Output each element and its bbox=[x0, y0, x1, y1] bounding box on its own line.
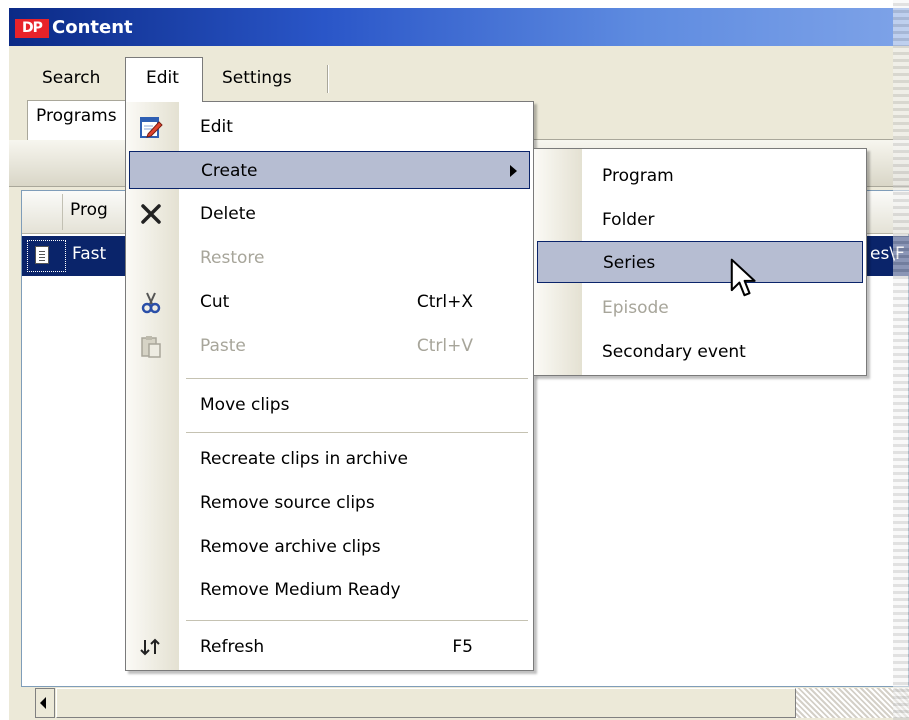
menu-item-delete[interactable]: Delete bbox=[126, 195, 533, 233]
submenu-item-label: Program bbox=[602, 166, 674, 186]
scroll-thumb[interactable] bbox=[56, 688, 796, 718]
submenu-arrow-icon bbox=[510, 165, 517, 177]
edit-icon bbox=[140, 117, 163, 138]
menu-item-label: Recreate clips in archive bbox=[200, 449, 409, 469]
submenu-item-label: Folder bbox=[602, 210, 655, 230]
submenu-item-secondary-event[interactable]: Secondary event bbox=[534, 330, 866, 372]
menu-item-label: Create bbox=[201, 161, 258, 181]
menu-item-move-clips[interactable]: Move clips bbox=[126, 386, 533, 424]
row-focus-rect bbox=[27, 240, 66, 272]
arrow-left-icon bbox=[40, 697, 46, 709]
menu-item-label: Edit bbox=[200, 117, 233, 137]
menu-item-label: Move clips bbox=[200, 395, 290, 415]
submenu-item-program[interactable]: Program bbox=[534, 154, 866, 196]
menu-item-label: Remove archive clips bbox=[200, 537, 381, 557]
menu-item-shortcut: Ctrl+V bbox=[416, 336, 473, 356]
menu-item-label: Refresh bbox=[200, 637, 265, 657]
menu-edit-label: Edit bbox=[146, 68, 179, 88]
title-bar[interactable]: DP Content bbox=[9, 8, 909, 46]
menu-item-label: Cut bbox=[200, 292, 230, 312]
delete-x-icon bbox=[141, 204, 161, 224]
submenu-item-label: Secondary event bbox=[602, 342, 746, 362]
app-logo-icon: DP bbox=[15, 19, 49, 38]
menu-item-edit[interactable]: Edit bbox=[126, 108, 533, 146]
menu-item-remove-source-clips[interactable]: Remove source clips bbox=[126, 484, 533, 522]
scissors-icon bbox=[141, 292, 161, 314]
column-header-prog[interactable]: Prog bbox=[70, 200, 108, 220]
menu-item-paste[interactable]: Paste Ctrl+V bbox=[126, 327, 533, 365]
menu-separator bbox=[186, 620, 528, 621]
menu-item-recreate-clips[interactable]: Recreate clips in archive bbox=[126, 440, 533, 478]
paste-icon bbox=[141, 336, 161, 358]
menu-item-label: Remove source clips bbox=[200, 493, 375, 513]
grid-header-separator bbox=[62, 194, 63, 230]
menu-item-shortcut: F5 bbox=[452, 637, 473, 657]
menu-settings[interactable]: Settings bbox=[222, 60, 292, 96]
row-cell-name: Fast bbox=[72, 244, 107, 264]
submenu-item-episode[interactable]: Episode bbox=[534, 286, 866, 328]
submenu-item-series[interactable]: Series bbox=[537, 241, 863, 283]
submenu-item-label: Series bbox=[603, 253, 656, 273]
torn-edge-decoration bbox=[893, 0, 909, 720]
submenu-item-folder[interactable]: Folder bbox=[534, 198, 866, 240]
menu-item-create[interactable]: Create bbox=[129, 151, 530, 189]
mouse-pointer-icon bbox=[730, 258, 756, 297]
menu-item-cut[interactable]: Cut Ctrl+X bbox=[126, 283, 533, 321]
menu-separator bbox=[186, 432, 528, 433]
menu-search[interactable]: Search bbox=[42, 60, 100, 96]
menu-item-remove-medium-ready[interactable]: Remove Medium Ready bbox=[126, 571, 533, 609]
tab-programs[interactable]: Programs bbox=[27, 100, 126, 140]
menu-item-label: Paste bbox=[200, 336, 246, 356]
refresh-icon bbox=[140, 638, 160, 656]
menu-item-label: Restore bbox=[200, 248, 265, 268]
menu-item-label: Remove Medium Ready bbox=[200, 580, 401, 600]
menu-item-remove-archive-clips[interactable]: Remove archive clips bbox=[126, 528, 533, 566]
menu-item-label: Delete bbox=[200, 204, 256, 224]
edit-dropdown-menu: Edit Create Delete Restore Cut Ctrl+X Pa… bbox=[125, 101, 534, 671]
menu-item-refresh[interactable]: Refresh F5 bbox=[126, 628, 533, 666]
menu-edit[interactable]: Edit bbox=[125, 57, 203, 102]
menubar-separator bbox=[327, 65, 329, 93]
create-submenu: Program Folder Series Episode Secondary … bbox=[533, 148, 867, 376]
menu-item-shortcut: Ctrl+X bbox=[416, 292, 473, 312]
submenu-item-label: Episode bbox=[602, 298, 669, 318]
menu-item-restore[interactable]: Restore bbox=[126, 239, 533, 277]
window-title: Content bbox=[52, 17, 133, 38]
tab-programs-label: Programs bbox=[36, 106, 117, 126]
menu-separator bbox=[186, 378, 528, 379]
